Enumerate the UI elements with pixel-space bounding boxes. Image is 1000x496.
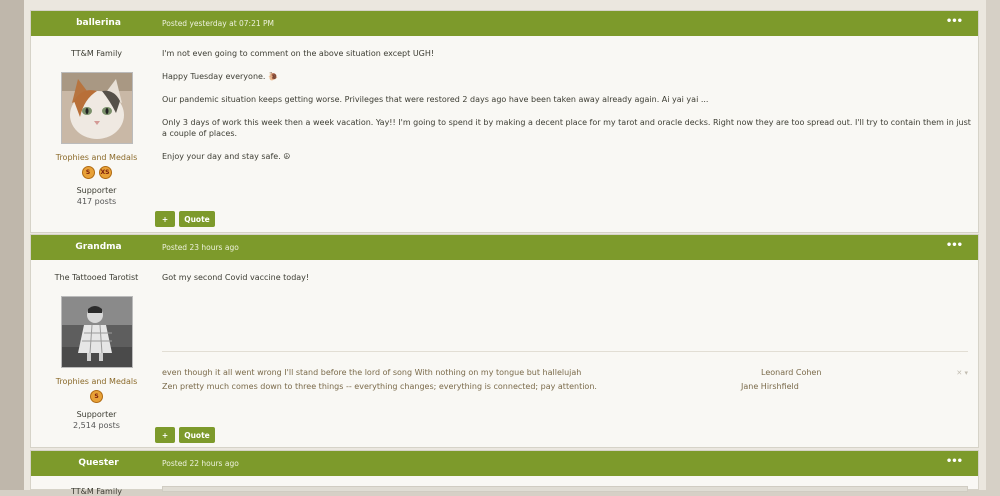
author-info: The Tattooed Tarotist Trophies and Medal… <box>31 260 162 430</box>
member-title: The Tattooed Tarotist <box>54 273 139 282</box>
post-ballerina: ballerina Posted yesterday at 07:21 PM •… <box>30 10 979 233</box>
medal-icon[interactable]: S <box>90 390 103 403</box>
post-timestamp[interactable]: Posted yesterday at 07:21 PM <box>162 19 274 28</box>
signature: even though it all went wrong I'll stand… <box>162 351 968 394</box>
signature-line: even though it all went wrong I'll stand… <box>162 366 968 380</box>
post-count: 2,514 posts <box>73 421 120 430</box>
avatar[interactable] <box>60 72 133 144</box>
post-paragraph: I'm not even going to comment on the abo… <box>162 49 435 58</box>
post-paragraph: Happy Tuesday everyone. 🐌 <box>162 72 278 81</box>
post-quester: Quester Posted 22 hours ago ••• TT&M Fam… <box>30 450 979 496</box>
author-name[interactable]: Quester <box>31 458 166 468</box>
author-name[interactable]: Grandma <box>31 242 166 252</box>
member-rank: Supporter <box>76 410 117 419</box>
medals: S <box>31 390 162 403</box>
react-plus-button[interactable]: + <box>155 427 175 443</box>
post-header: Grandma Posted 23 hours ago ••• <box>31 235 978 260</box>
post-paragraph: Only 3 days of work this week then a wee… <box>162 118 971 138</box>
member-title: TT&M Family <box>70 487 123 496</box>
medal-icon[interactable]: XS <box>98 166 112 179</box>
girl-photo-avatar-icon <box>61 297 132 367</box>
member-rank: Supporter <box>76 186 117 195</box>
medal-icon[interactable]: S <box>81 166 95 179</box>
author-name[interactable]: ballerina <box>31 18 166 28</box>
post-menu-icon[interactable]: ••• <box>946 456 963 467</box>
react-plus-button[interactable]: + <box>155 211 175 227</box>
quote-button[interactable]: Quote <box>179 211 215 227</box>
member-title: TT&M Family <box>70 49 123 58</box>
post-menu-icon[interactable]: ••• <box>946 240 963 251</box>
author-info: TT&M Family Trophies and Medals S XS Sup… <box>31 36 162 206</box>
post-header: ballerina Posted yesterday at 07:21 PM •… <box>31 11 978 36</box>
trophies-link[interactable]: Trophies and Medals <box>31 153 162 162</box>
post-paragraph: Our pandemic situation keeps getting wor… <box>162 95 709 104</box>
signature-quote: even though it all went wrong I'll stand… <box>162 368 582 377</box>
post-timestamp[interactable]: Posted 23 hours ago <box>162 243 239 252</box>
quote-box <box>162 486 968 492</box>
avatar[interactable] <box>60 296 133 368</box>
post-menu-icon[interactable]: ••• <box>946 16 963 27</box>
post-count: 417 posts <box>76 197 117 206</box>
signature-hide-icon[interactable]: ✕ ▾ <box>956 369 968 377</box>
signature-author: Leonard Cohen <box>761 368 822 377</box>
post-paragraph: Got my second Covid vaccine today! <box>162 273 310 282</box>
quote-button[interactable]: Quote <box>179 427 215 443</box>
signature-line: Zen pretty much comes down to three thin… <box>162 380 968 394</box>
post-body: Got my second Covid vaccine today! <box>162 272 972 295</box>
cat-avatar-icon <box>61 73 132 143</box>
post-grandma: Grandma Posted 23 hours ago ••• The Tatt… <box>30 234 979 448</box>
signature-quote: Zen pretty much comes down to three thin… <box>162 382 597 391</box>
post-timestamp[interactable]: Posted 22 hours ago <box>162 459 239 468</box>
post-body: I'm not even going to comment on the abo… <box>162 48 972 174</box>
signature-author: Jane Hirshfield <box>741 382 799 391</box>
post-paragraph: Enjoy your day and stay safe. ☮ <box>162 152 291 161</box>
post-header: Quester Posted 22 hours ago ••• <box>31 451 978 476</box>
left-gutter <box>0 0 24 490</box>
medals: S XS <box>31 166 162 179</box>
trophies-link[interactable]: Trophies and Medals <box>31 377 162 386</box>
